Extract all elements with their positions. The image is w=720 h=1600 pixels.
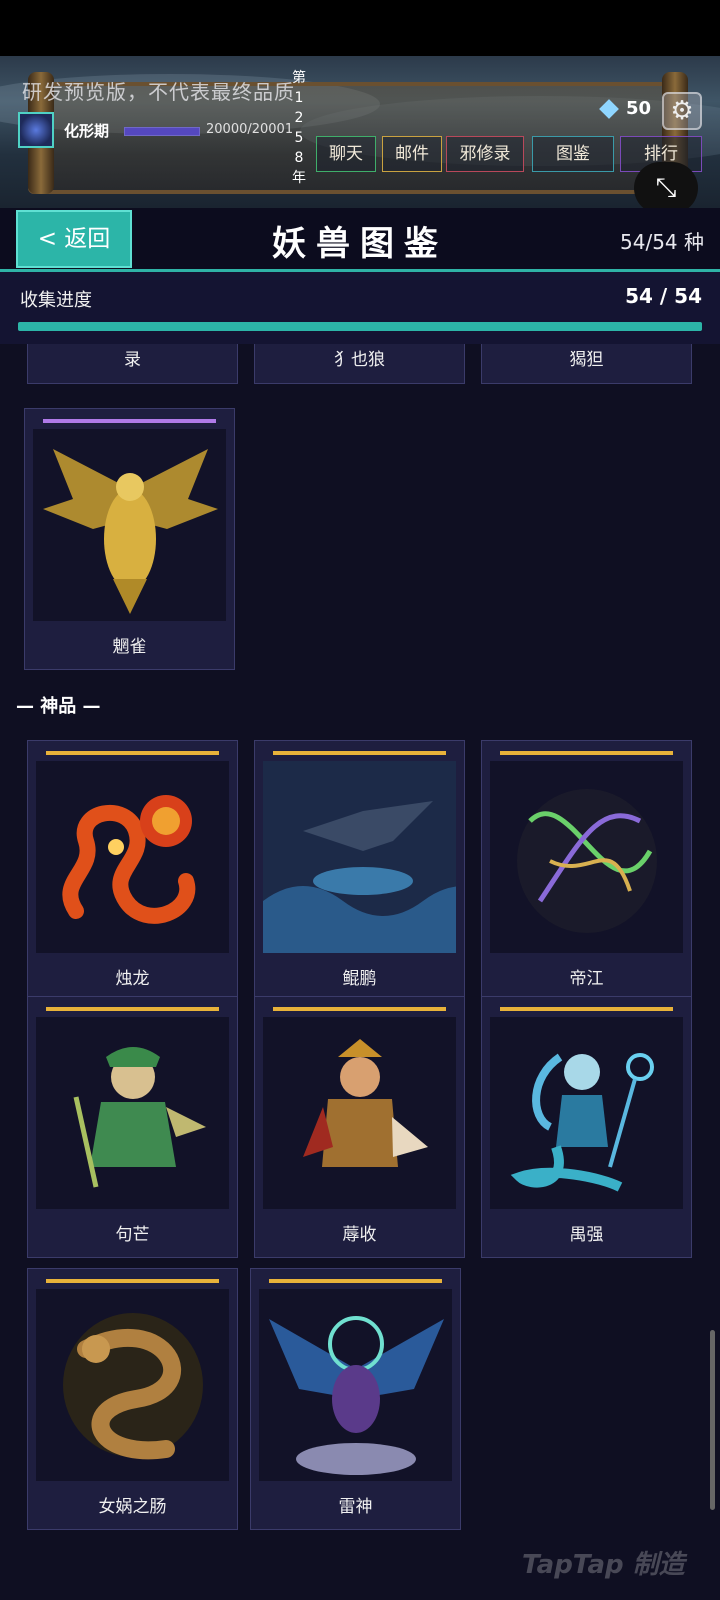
- beast-card[interactable]: 鲲鹏: [254, 740, 465, 1002]
- atlas-button[interactable]: 图鉴: [532, 136, 614, 172]
- progress-value: 54 / 54: [625, 284, 702, 308]
- beast-portrait: [36, 761, 229, 953]
- beast-card[interactable]: 女娲之肠: [27, 1268, 238, 1530]
- beast-name: 鲲鹏: [342, 969, 377, 989]
- beast-name: 魍雀: [112, 637, 147, 657]
- beast-card[interactable]: 句芒: [27, 996, 238, 1258]
- beast-portrait: [263, 1017, 456, 1209]
- beast-card[interactable]: 蓐收: [254, 996, 465, 1258]
- beast-list[interactable]: 录 犭也狼 猲狚 魍雀 — 神品 — 烛龙 鲲鹏 帝江 句芒 蓐收 禺强 女娲之…: [0, 344, 720, 1600]
- exp-bar-fill: [125, 128, 199, 135]
- beast-portrait: [490, 761, 683, 953]
- beast-card[interactable]: 录: [27, 344, 238, 384]
- beast-portrait: [490, 1017, 683, 1209]
- beast-name: 女娲之肠: [98, 1497, 167, 1517]
- beast-name: 禺强: [569, 1225, 604, 1245]
- beast-name: 烛龙: [115, 969, 150, 989]
- beast-name: 帝江: [569, 969, 604, 989]
- beast-name: 雷神: [338, 1497, 373, 1517]
- exp-text: 20000/20001: [206, 122, 294, 137]
- beast-portrait: [36, 1289, 229, 1481]
- page-title: 妖兽图鉴: [272, 224, 448, 264]
- beast-card[interactable]: 烛龙: [27, 740, 238, 1002]
- rarity-stripe: [46, 751, 219, 755]
- exit-fullscreen-icon[interactable]: ⤡: [634, 162, 698, 214]
- rarity-stripe: [500, 1007, 673, 1011]
- beast-name: 犭也狼: [334, 350, 385, 370]
- progress-bar: [18, 322, 702, 331]
- gear-icon[interactable]: ⚙: [662, 92, 702, 130]
- beast-card[interactable]: 猲狚: [481, 344, 692, 384]
- status-bar: [0, 0, 720, 56]
- progress-label: 收集进度: [20, 290, 92, 311]
- beast-name: 录: [124, 350, 141, 370]
- gem-count: 50: [626, 98, 652, 119]
- page-header: < 返回 妖兽图鉴 54/54 种: [0, 208, 720, 272]
- rarity-stripe: [46, 1007, 219, 1011]
- beast-portrait: [259, 1289, 452, 1481]
- beast-card[interactable]: 帝江: [481, 740, 692, 1002]
- rarity-stripe: [46, 1279, 219, 1283]
- scrollbar[interactable]: [710, 1330, 715, 1510]
- taptap-watermark: TapTap 制造: [522, 1550, 685, 1580]
- beast-name: 猲狚: [569, 350, 604, 370]
- mail-button[interactable]: 邮件: [382, 136, 442, 172]
- beast-card[interactable]: 禺强: [481, 996, 692, 1258]
- rarity-stripe: [269, 1279, 442, 1283]
- year-label: 第1258年: [292, 70, 306, 186]
- collection-progress: 收集进度 54 / 54: [0, 272, 720, 344]
- rarity-stripe: [273, 751, 446, 755]
- beast-portrait: [263, 761, 456, 953]
- rarity-stripe: [500, 751, 673, 755]
- rarity-stripe: [43, 419, 216, 423]
- beast-name: 蓐收: [342, 1225, 377, 1245]
- exp-bar: [124, 127, 200, 136]
- progress-bar-fill: [18, 322, 702, 331]
- beast-card[interactable]: 雷神: [250, 1268, 461, 1530]
- beast-portrait: [33, 429, 226, 621]
- preview-notice: 研发预览版，不代表最终品质: [22, 80, 295, 104]
- beast-card[interactable]: 魍雀: [24, 408, 235, 670]
- beast-portrait: [36, 1017, 229, 1209]
- section-title-divine: — 神品 —: [16, 696, 101, 717]
- realm-label: 化形期: [64, 122, 110, 140]
- beast-card[interactable]: 犭也狼: [254, 344, 465, 384]
- species-count: 54/54 种: [620, 230, 704, 254]
- avatar[interactable]: [18, 112, 54, 148]
- beast-name: 句芒: [115, 1225, 150, 1245]
- evil-record-button[interactable]: 邪修录: [446, 136, 524, 172]
- chat-button[interactable]: 聊天: [316, 136, 376, 172]
- rarity-stripe: [273, 1007, 446, 1011]
